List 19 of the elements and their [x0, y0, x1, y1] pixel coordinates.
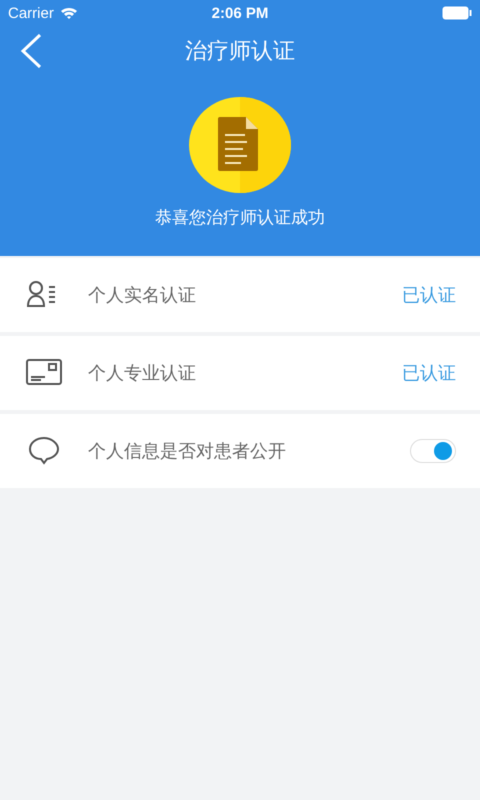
settings-row[interactable]: 个人专业认证 已认证: [0, 336, 480, 410]
toggle-switch[interactable]: [410, 439, 456, 463]
page-title: 治疗师认证: [185, 38, 295, 66]
wifi-icon: [60, 6, 78, 20]
success-message: 恭喜您治疗师认证成功: [155, 207, 325, 229]
document-icon: [188, 96, 292, 194]
status-label: 已认证: [402, 362, 456, 385]
clock-time: 2:06 PM: [212, 4, 268, 22]
settings-row[interactable]: 个人实名认证 已认证: [0, 258, 480, 332]
card-icon: [26, 359, 62, 387]
speech-bubble-icon: [28, 436, 60, 466]
status-label: 已认证: [402, 284, 456, 307]
row-label: 个人专业认证: [88, 362, 197, 385]
row-label: 个人实名认证: [88, 284, 197, 307]
battery-icon: [442, 6, 472, 20]
carrier-label: Carrier: [8, 4, 54, 22]
back-button[interactable]: [18, 32, 44, 70]
row-label: 个人信息是否对患者公开: [88, 440, 287, 463]
settings-row[interactable]: 个人信息是否对患者公开: [0, 414, 480, 488]
